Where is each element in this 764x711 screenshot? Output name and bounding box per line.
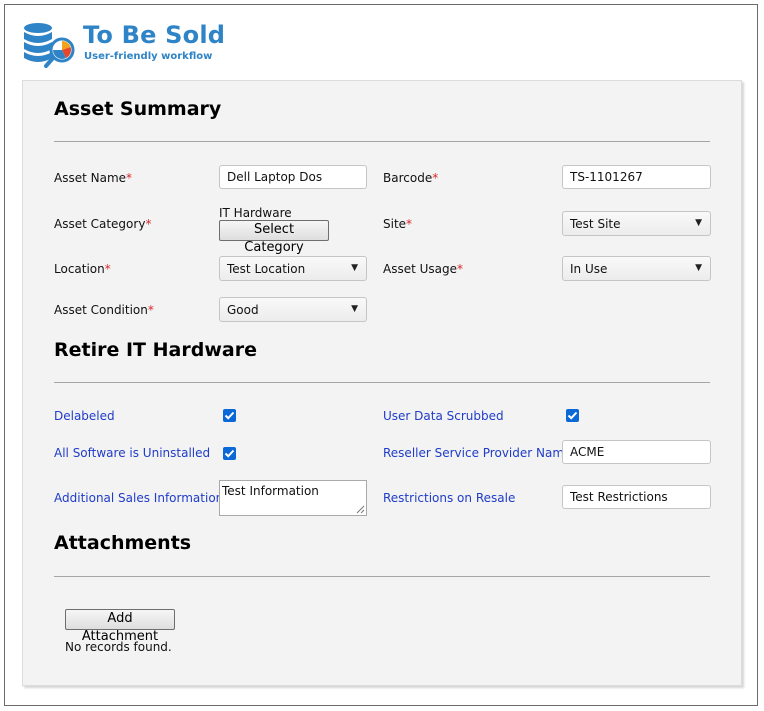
chevron-down-icon: ▼ — [351, 263, 358, 273]
asset-condition-selected-value: Good — [227, 303, 259, 317]
asset-name-label: Asset Name* — [54, 171, 133, 185]
asset-condition-label: Asset Condition* — [54, 303, 154, 317]
barcode-label: Barcode* — [383, 171, 439, 185]
asset-name-input[interactable]: Dell Laptop Dos — [219, 165, 367, 189]
reseller-label: Reseller Service Provider Name — [383, 446, 572, 460]
checkmark-icon — [567, 411, 578, 420]
section-title-asset-summary: Asset Summary — [54, 98, 222, 120]
software-uninstalled-checkbox[interactable] — [223, 447, 236, 460]
asset-usage-label: Asset Usage* — [383, 262, 464, 276]
chevron-down-icon: ▼ — [351, 304, 358, 314]
barcode-input[interactable]: TS-1101267 — [562, 165, 711, 189]
resize-grip-icon[interactable] — [356, 505, 365, 514]
delabeled-label: Delabeled — [54, 409, 115, 423]
reseller-input[interactable]: ACME — [562, 440, 711, 464]
additional-sales-value: Test Information — [222, 484, 319, 498]
section-title-attachments: Attachments — [54, 532, 192, 554]
user-data-scrubbed-label: User Data Scrubbed — [383, 409, 504, 423]
asset-category-value: IT Hardware — [219, 206, 292, 220]
chevron-down-icon: ▼ — [695, 218, 702, 228]
site-select[interactable]: Test Site ▼ — [562, 211, 711, 236]
site-selected-value: Test Site — [570, 217, 621, 231]
required-mark: * — [145, 217, 152, 231]
checkmark-icon — [224, 411, 235, 420]
location-select[interactable]: Test Location ▼ — [219, 256, 367, 281]
asset-usage-selected-value: In Use — [570, 262, 608, 276]
asset-usage-select[interactable]: In Use ▼ — [562, 256, 711, 281]
site-label: Site* — [383, 217, 413, 231]
location-label: Location* — [54, 262, 111, 276]
required-mark: * — [147, 303, 154, 317]
section-title-retire: Retire IT Hardware — [54, 339, 257, 361]
app-logo-icon — [22, 20, 82, 70]
location-selected-value: Test Location — [227, 262, 306, 276]
add-attachment-button[interactable]: Add Attachment — [65, 609, 175, 644]
restrictions-label: Restrictions on Resale — [383, 491, 516, 505]
user-data-scrubbed-checkbox[interactable] — [566, 409, 579, 422]
empty-records-message: No records found. — [65, 640, 172, 654]
restrictions-input[interactable]: Test Restrictions — [562, 485, 711, 509]
divider — [54, 141, 710, 142]
app-subtitle: User-friendly workflow — [84, 51, 213, 62]
additional-sales-textarea[interactable]: Test Information — [219, 480, 367, 516]
additional-sales-label: Additional Sales Information — [54, 491, 224, 505]
divider — [54, 382, 710, 383]
software-uninstalled-label: All Software is Uninstalled — [54, 446, 211, 460]
divider — [54, 576, 710, 577]
required-mark: * — [126, 171, 133, 185]
required-mark: * — [104, 262, 111, 276]
required-mark: * — [432, 171, 439, 185]
required-mark: * — [457, 262, 464, 276]
asset-category-label: Asset Category* — [54, 217, 152, 231]
select-category-button[interactable]: Select Category — [219, 220, 329, 255]
required-mark: * — [406, 217, 413, 231]
delabeled-checkbox[interactable] — [223, 409, 236, 422]
asset-condition-select[interactable]: Good ▼ — [219, 297, 367, 322]
app-title: To Be Sold — [83, 21, 226, 49]
checkmark-icon — [224, 449, 235, 458]
chevron-down-icon: ▼ — [695, 263, 702, 273]
